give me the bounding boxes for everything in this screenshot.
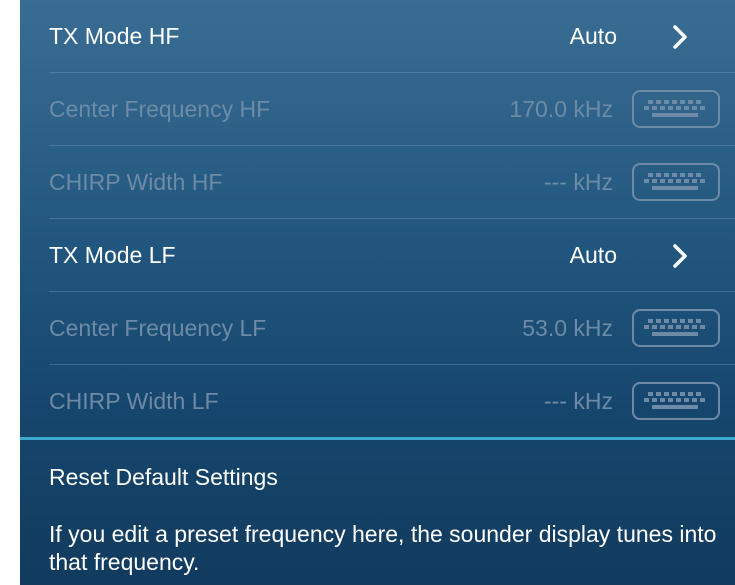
reset-default-settings-button[interactable]: Reset Default Settings [49,440,278,515]
center-frequency-lf-value: 53.0 kHz [522,315,613,341]
row-tx-mode-lf[interactable]: TX Mode LF Auto [20,219,735,292]
keyboard-icon[interactable] [632,90,720,128]
row-chirp-width-hf[interactable]: CHIRP Width HF --- kHz [20,146,735,219]
help-text: If you edit a preset frequency here, the… [49,521,717,575]
chevron-right-icon[interactable] [667,22,693,52]
center-frequency-lf-label: Center Frequency LF [49,315,267,341]
chevron-right-icon[interactable] [667,241,693,271]
settings-screen: TX Mode HF Auto Center Frequency HF 170.… [20,0,735,585]
center-frequency-hf-label: Center Frequency HF [49,96,271,122]
row-center-frequency-hf[interactable]: Center Frequency HF 170.0 kHz [20,73,735,146]
chirp-width-hf-label: CHIRP Width HF [49,169,223,195]
tx-mode-lf-label: TX Mode LF [49,242,176,268]
keyboard-icon[interactable] [632,382,720,420]
row-chirp-width-lf[interactable]: CHIRP Width LF --- kHz [20,365,735,438]
row-center-frequency-lf[interactable]: Center Frequency LF 53.0 kHz [20,292,735,365]
keyboard-icon[interactable] [632,309,720,347]
center-frequency-hf-value: 170.0 kHz [509,96,613,122]
chirp-width-lf-label: CHIRP Width LF [49,388,219,414]
chirp-width-hf-value: --- kHz [544,169,613,195]
keyboard-icon[interactable] [632,163,720,201]
chirp-width-lf-value: --- kHz [544,388,613,414]
tx-mode-lf-value: Auto [569,242,617,268]
tx-mode-hf-label: TX Mode HF [49,23,180,49]
row-tx-mode-hf[interactable]: TX Mode HF Auto [20,0,735,73]
tx-mode-hf-value: Auto [569,23,617,49]
